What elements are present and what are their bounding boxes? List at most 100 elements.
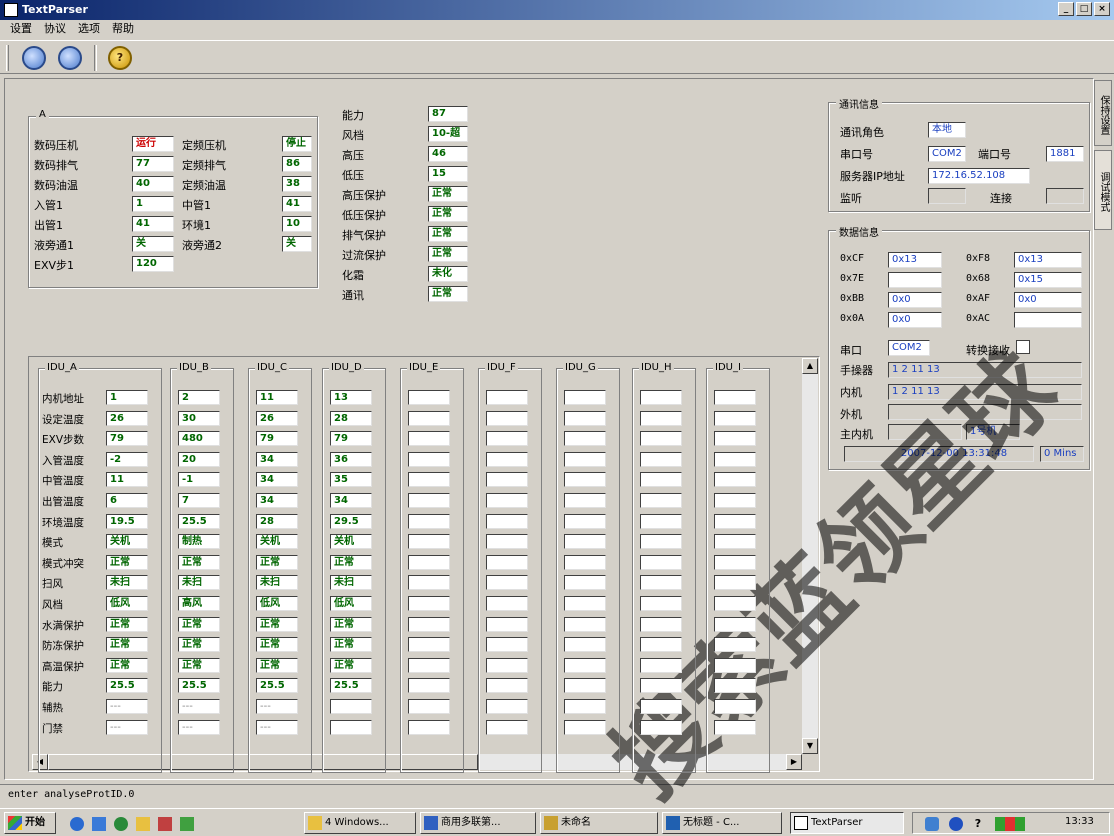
idu-value-field[interactable]: 29.5 <box>330 513 372 529</box>
idu-value-field[interactable] <box>640 390 682 405</box>
datainfo-value[interactable] <box>1014 312 1082 328</box>
comm-connect-field[interactable] <box>1046 188 1084 204</box>
idu-value-field[interactable]: 关机 <box>256 534 298 550</box>
idu-scroll-right-icon[interactable]: ▶ <box>786 754 802 770</box>
idu-value-field[interactable]: 正常 <box>178 554 220 570</box>
serial-field[interactable]: COM2 <box>888 340 930 356</box>
idu-value-field[interactable]: 11 <box>256 390 298 405</box>
idu-value-field[interactable] <box>640 554 682 570</box>
idu-value-field[interactable] <box>564 678 606 694</box>
idu-value-field[interactable]: 正常 <box>330 616 372 632</box>
help-icon[interactable]: ? <box>108 46 132 70</box>
idu-value-field[interactable] <box>408 699 450 714</box>
comm-listen-field[interactable] <box>928 188 966 204</box>
idu-value-field[interactable]: 正常 <box>256 637 298 653</box>
idu-value-field[interactable] <box>564 596 606 611</box>
outdoor-right-field[interactable]: 未化 <box>428 266 468 282</box>
minimize-button[interactable]: _ <box>1058 2 1074 16</box>
idu-value-field[interactable] <box>564 699 606 714</box>
idu-value-field[interactable]: 26 <box>106 410 148 426</box>
idu-value-field[interactable] <box>714 451 756 467</box>
outdoor-left-field[interactable]: 77 <box>132 156 174 172</box>
idu-value-field[interactable]: 正常 <box>330 554 372 570</box>
zoom-out-icon[interactable] <box>58 46 82 70</box>
idu-value-field[interactable] <box>486 513 528 529</box>
idu-value-field[interactable] <box>408 431 450 447</box>
idu-value-field[interactable]: 低风 <box>256 596 298 611</box>
datainfo-value[interactable]: 0x13 <box>888 252 942 268</box>
idu-value-field[interactable] <box>408 451 450 467</box>
taskbar-item-doc[interactable]: 商用多联第... <box>420 812 536 834</box>
idu-scroll-up-icon[interactable]: ▲ <box>802 358 818 374</box>
taskbar-item-untitled[interactable]: 未命名 <box>540 812 658 834</box>
comm-server-field[interactable]: 172.16.52.108 <box>928 168 1030 184</box>
datainfo-value[interactable]: 0x15 <box>1014 272 1082 288</box>
idu-value-field[interactable]: 正常 <box>106 554 148 570</box>
idu-value-field[interactable]: 35 <box>330 472 372 488</box>
idu-value-field[interactable]: --- <box>106 699 148 714</box>
idu-value-field[interactable]: 26 <box>256 410 298 426</box>
idu-value-field[interactable]: 正常 <box>106 637 148 653</box>
quicklaunch-folder-icon[interactable] <box>136 817 150 831</box>
idu-value-field[interactable]: 25.5 <box>330 678 372 694</box>
idu-value-field[interactable] <box>486 390 528 405</box>
idu-value-field[interactable]: 28 <box>256 513 298 529</box>
idu-value-field[interactable] <box>714 513 756 529</box>
idu-value-field[interactable] <box>408 410 450 426</box>
datainfo-value[interactable]: 0x0 <box>888 292 942 308</box>
datainfo-value[interactable]: 0x0 <box>888 312 942 328</box>
idu-value-field[interactable]: 79 <box>106 431 148 447</box>
idu-value-field[interactable]: 13 <box>330 390 372 405</box>
comm-port-field[interactable]: COM2 <box>928 146 966 162</box>
idu-value-field[interactable]: 11 <box>106 472 148 488</box>
outdoor-middle-field[interactable]: 10 <box>282 216 312 232</box>
idu-vscroll[interactable] <box>802 358 818 754</box>
idu-value-field[interactable] <box>408 719 450 735</box>
idu-value-field[interactable] <box>640 575 682 591</box>
idu-value-field[interactable] <box>714 616 756 632</box>
menu-protocol[interactable]: 协议 <box>44 20 66 38</box>
idu-value-field[interactable] <box>714 431 756 447</box>
idu-value-field[interactable] <box>408 390 450 405</box>
auto-receive-checkbox[interactable] <box>1016 340 1030 354</box>
zoom-in-icon[interactable] <box>22 46 46 70</box>
master-indoor-field2[interactable]: 1号机 <box>966 424 1020 440</box>
outdoor-right-field[interactable]: 正常 <box>428 246 468 262</box>
idu-value-field[interactable] <box>564 534 606 550</box>
idu-value-field[interactable] <box>640 596 682 611</box>
idu-value-field[interactable] <box>640 616 682 632</box>
idu-value-field[interactable] <box>486 451 528 467</box>
idu-value-field[interactable] <box>564 431 606 447</box>
idu-value-field[interactable] <box>408 554 450 570</box>
idu-value-field[interactable]: 未扫 <box>330 575 372 591</box>
idu-value-field[interactable] <box>564 657 606 673</box>
idu-value-field[interactable]: 34 <box>330 493 372 508</box>
menu-settings[interactable]: 设置 <box>10 20 32 38</box>
outdoor-middle-field[interactable]: 86 <box>282 156 312 172</box>
idu-value-field[interactable]: -1 <box>178 472 220 488</box>
outdoor-left-field[interactable]: 40 <box>132 176 174 192</box>
idu-value-field[interactable] <box>714 699 756 714</box>
tab-debug-mode[interactable]: 调试模式 <box>1094 150 1112 230</box>
idu-value-field[interactable] <box>564 390 606 405</box>
tray-help-icon[interactable]: ? <box>971 817 985 831</box>
idu-value-field[interactable] <box>714 534 756 550</box>
idu-value-field[interactable] <box>714 410 756 426</box>
idu-value-field[interactable]: 正常 <box>330 657 372 673</box>
idu-value-field[interactable] <box>714 554 756 570</box>
idu-value-field[interactable] <box>408 637 450 653</box>
idu-value-field[interactable]: 79 <box>330 431 372 447</box>
idu-value-field[interactable]: 正常 <box>256 554 298 570</box>
idu-value-field[interactable]: 未扫 <box>178 575 220 591</box>
taskbar-item-notitle[interactable]: 无标题 - C... <box>662 812 782 834</box>
idu-value-field[interactable]: 25.5 <box>178 678 220 694</box>
idu-value-field[interactable] <box>564 513 606 529</box>
wire-controller-field[interactable]: 1 2 11 13 <box>888 362 1082 378</box>
outdoor-right-field[interactable]: 正常 <box>428 286 468 302</box>
idu-value-field[interactable] <box>640 431 682 447</box>
idu-value-field[interactable]: 正常 <box>106 616 148 632</box>
idu-value-field[interactable] <box>564 719 606 735</box>
idu-value-field[interactable]: 正常 <box>256 657 298 673</box>
idu-value-field[interactable] <box>640 451 682 467</box>
outdoor-middle-field[interactable]: 38 <box>282 176 312 192</box>
